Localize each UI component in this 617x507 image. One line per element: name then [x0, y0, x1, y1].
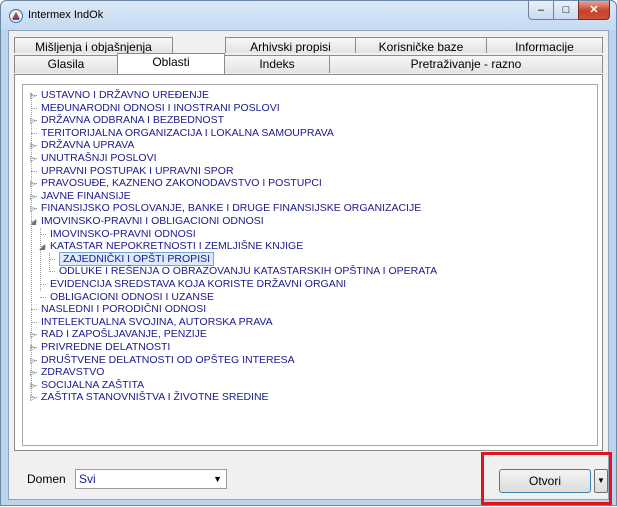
- tree-item[interactable]: ▷ DRŽAVNA UPRAVA: [23, 139, 593, 152]
- tree-item[interactable]: ▷ RAD I ZAPOŠLJAVANJE, PENZIJE: [23, 328, 593, 341]
- minimize-button[interactable]: –: [528, 1, 554, 20]
- tree-item[interactable]: ▷ FINANSIJSKO POSLOVANJE, BANKE I DRUGE F…: [23, 202, 593, 215]
- tab-korisnicke-baze[interactable]: Korisničke baze: [355, 37, 487, 53]
- tree-item[interactable]: ▷ SOCIJALNA ZAŠTITA: [23, 379, 593, 392]
- tree-item[interactable]: IMOVINSKO-PRAVNI ODNOSI: [23, 228, 593, 241]
- tree-item[interactable]: ▷ ZDRAVSTVO: [23, 366, 593, 379]
- tree-item-label: ZAJEDNIČKI I OPŠTI PROPISI: [59, 251, 215, 266]
- tree-item-label: IMOVINSKO-PRAVNI ODNOSI: [50, 227, 196, 240]
- tree-item-selected[interactable]: ZAJEDNIČKI I OPŠTI PROPISI: [23, 251, 593, 266]
- application-window: Intermex IndOk – □ ✕ Mišljenja i objašnj…: [0, 0, 617, 506]
- tree-item-label: UPRAVNI POSTUPAK I UPRAVNI SPOR: [41, 164, 234, 177]
- tab-arhivski-propisi[interactable]: Arhivski propisi: [225, 37, 356, 53]
- tree-item-label: SOCIJALNA ZAŠTITA: [41, 378, 145, 391]
- tree-item-label: DRŽAVNA UPRAVA: [41, 139, 135, 152]
- tree-item[interactable]: OBLIGACIONI ODNOSI I UZANSE: [23, 291, 593, 304]
- tree-item[interactable]: ▷ PRIVREDNE DELATNOSTI: [23, 341, 593, 354]
- app-logo-icon: [9, 9, 23, 23]
- tree-guide-line: [31, 93, 32, 396]
- tab-informacije[interactable]: Informacije: [486, 37, 603, 53]
- tree-item[interactable]: UPRAVNI POSTUPAK I UPRAVNI SPOR: [23, 165, 593, 178]
- tab-oblasti[interactable]: Oblasti: [117, 53, 225, 74]
- window-title: Intermex IndOk: [28, 9, 104, 21]
- tree-item-label: DRŽAVNA ODBRANA I BEZBEDNOST: [41, 114, 225, 127]
- tree-item[interactable]: MEĐUNARODNI ODNOSI I INOSTRANI POSLOVI: [23, 102, 593, 115]
- tree-item-label: UNUTRAŠNJI POSLOVI: [41, 152, 157, 164]
- tree-item[interactable]: EVIDENCIJA SREDSTAVA KOJA KORISTE DRŽAVN…: [23, 278, 593, 291]
- client-area: Mišljenja i objašnjenja Arhivski propisi…: [8, 30, 609, 500]
- maximize-icon: □: [562, 3, 570, 16]
- maximize-button[interactable]: □: [553, 1, 579, 20]
- tree-item[interactable]: ▷ ZAŠTITA STANOVNIŠTVA I ŽIVOTNE SREDINE: [23, 391, 593, 404]
- minimize-icon: –: [537, 3, 545, 16]
- domen-value: Svi: [79, 472, 96, 486]
- tree-item[interactable]: ◢ IMOVINSKO-PRAVNI I OBLIGACIONI ODNOSI: [23, 215, 593, 228]
- otvori-dropdown-button[interactable]: ▼: [594, 469, 608, 493]
- tree-item-label: IMOVINSKO-PRAVNI I OBLIGACIONI ODNOSI: [41, 215, 264, 227]
- tree-item[interactable]: ▷ JAVNE FINANSIJE: [23, 190, 593, 203]
- tree-item-label: DRUŠTVENE DELATNOSTI OD OPŠTEG INTERESA: [41, 353, 295, 366]
- tree-item[interactable]: ODLUKE I REŠENJA O OBRAZOVANJU KATASTARS…: [23, 265, 593, 278]
- tree-item[interactable]: ▷ UNUTRAŠNJI POSLOVI: [23, 152, 593, 165]
- tree-item-label: FINANSIJSKO POSLOVANJE, BANKE I DRUGE FI…: [41, 202, 422, 215]
- tree-item[interactable]: ▷ DRŽAVNA ODBRANA I BEZBEDNOST: [23, 114, 593, 127]
- close-button[interactable]: ✕: [578, 1, 610, 20]
- tree-item[interactable]: ▷ DRUŠTVENE DELATNOSTI OD OPŠTEG INTERESA: [23, 354, 593, 367]
- chevron-down-icon: ▼: [597, 476, 605, 485]
- tree-item-label: PRIVREDNE DELATNOSTI: [41, 341, 171, 353]
- tab-glasila[interactable]: Glasila: [14, 55, 118, 73]
- tree-item[interactable]: ▷ PRAVOSUĐE, KAZNENO ZAKONODAVSTVO I POST…: [23, 177, 593, 190]
- tree-item-label: RAD I ZAPOŠLJAVANJE, PENZIJE: [41, 328, 207, 341]
- tree-item-label: ZDRAVSTVO: [41, 366, 105, 379]
- tree-guide-line: [49, 252, 50, 272]
- chevron-down-icon: ▼: [213, 474, 222, 484]
- tree-item[interactable]: INTELEKTUALNA SVOJINA, AUTORSKA PRAVA: [23, 316, 593, 329]
- tree-item[interactable]: NASLEDNI I PORODIČNI ODNOSI: [23, 303, 593, 316]
- otvori-button[interactable]: Otvori: [499, 469, 591, 493]
- oblasti-panel: ▷ USTAVNO I DRŽAVNO UREĐENJE MEĐUNARODNI O…: [14, 74, 603, 451]
- tree-item-label: INTELEKTUALNA SVOJINA, AUTORSKA PRAVA: [41, 315, 273, 328]
- close-icon: ✕: [589, 3, 599, 16]
- tab-indeks[interactable]: Indeks: [224, 55, 330, 73]
- tree-item[interactable]: TERITORIJALNA ORGANIZACIJA I LOKALNA SAM…: [23, 127, 593, 140]
- tree-item-label: USTAVNO I DRŽAVNO UREĐENJE: [41, 89, 210, 101]
- tree-item-label: PRAVOSUĐE, KAZNENO ZAKONODAVSTVO I POSTU…: [41, 177, 322, 190]
- tree-item-label: JAVNE FINANSIJE: [41, 189, 131, 202]
- tree-item-label: TERITORIJALNA ORGANIZACIJA I LOKALNA SAM…: [41, 126, 334, 139]
- tree-guide-line: [40, 227, 41, 291]
- tree-item-label: ZAŠTITA STANOVNIŠTVA I ŽIVOTNE SREDINE: [41, 391, 269, 404]
- domen-select[interactable]: Svi ▼: [75, 469, 227, 489]
- tree-item-label: EVIDENCIJA SREDSTAVA KOJA KORISTE DRŽAVN…: [50, 278, 347, 290]
- tree-item[interactable]: ▷ USTAVNO I DRŽAVNO UREĐENJE: [23, 89, 593, 102]
- tab-pretrazivanje-razno[interactable]: Pretraživanje - razno: [329, 55, 603, 73]
- tab-misljenja[interactable]: Mišljenja i objašnjenja: [14, 37, 173, 53]
- oblasti-tree[interactable]: ▷ USTAVNO I DRŽAVNO UREĐENJE MEĐUNARODNI O…: [22, 84, 598, 446]
- tree-item-label: ODLUKE I REŠENJA O OBRAZOVANJU KATASTARS…: [59, 265, 438, 278]
- domen-label: Domen: [27, 472, 66, 486]
- tree-item-label: MEĐUNARODNI ODNOSI I INOSTRANI POSLOVI: [41, 101, 280, 114]
- tree-item-label: OBLIGACIONI ODNOSI I UZANSE: [50, 290, 214, 303]
- title-bar[interactable]: Intermex IndOk – □ ✕: [1, 1, 616, 30]
- tree-item-label: NASLEDNI I PORODIČNI ODNOSI: [41, 303, 207, 316]
